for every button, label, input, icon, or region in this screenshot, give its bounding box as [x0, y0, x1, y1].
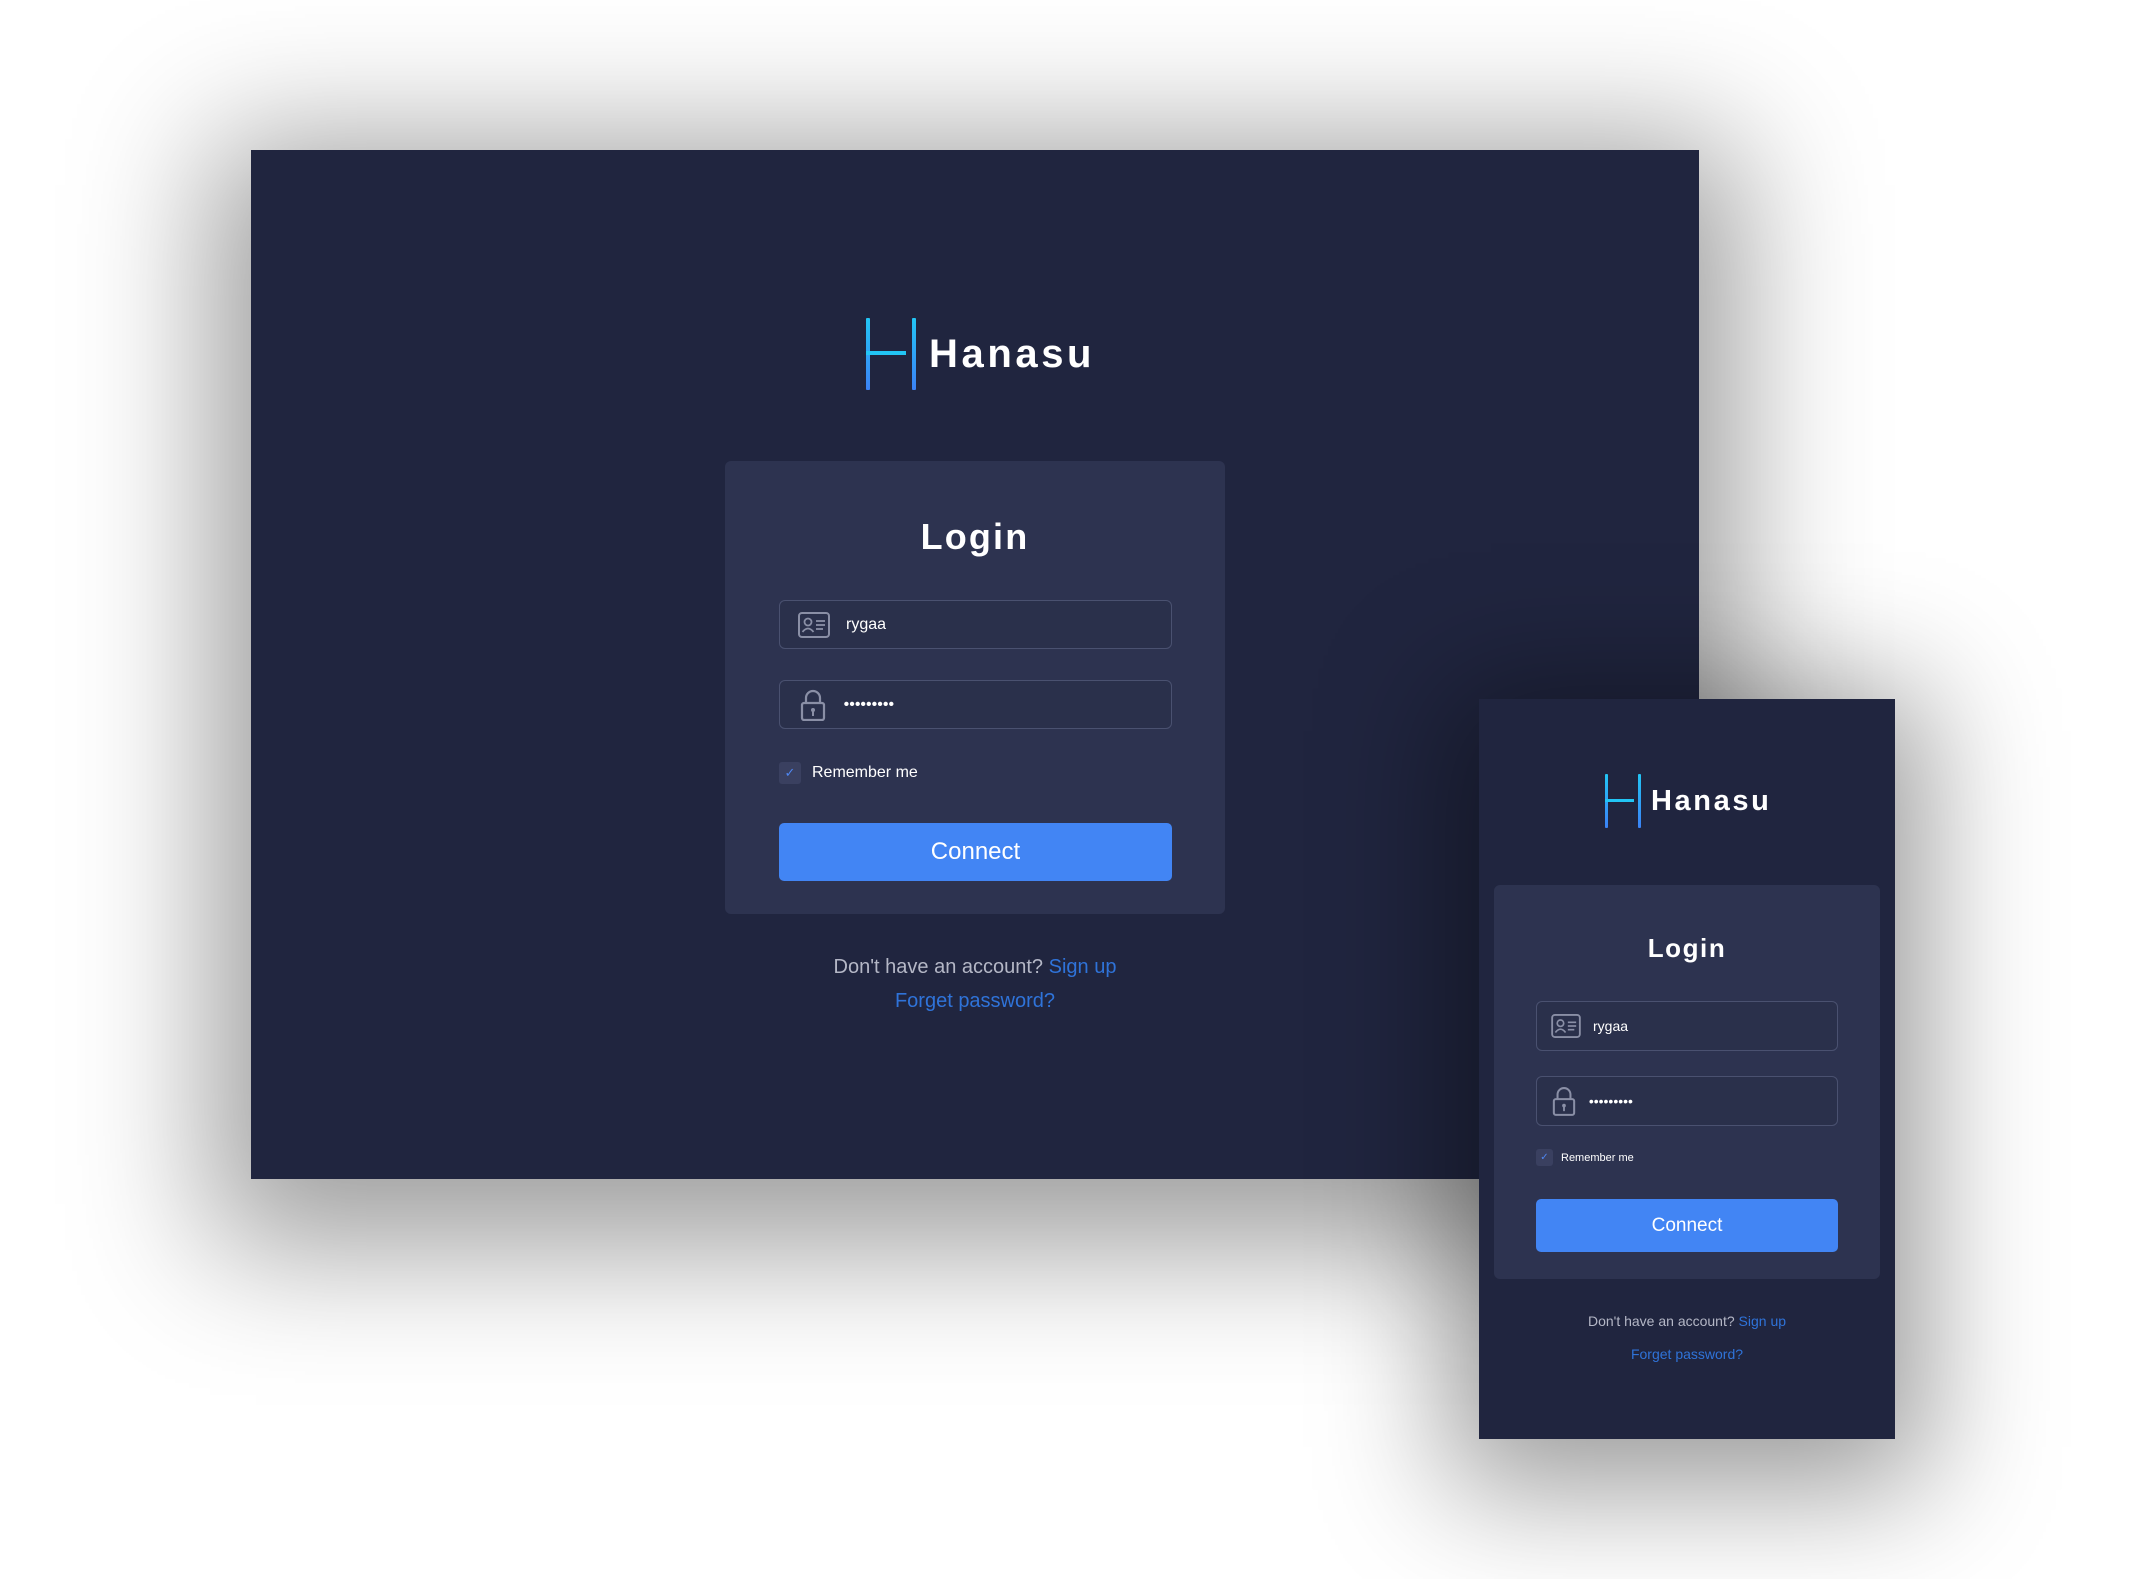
- remember-me[interactable]: ✓ Remember me: [779, 762, 918, 784]
- login-title: Login: [1647, 933, 1727, 963]
- account-links: Don't have an account? Sign up Forget pa…: [1479, 1305, 1895, 1371]
- login-card: Login rygaa ••••••••• ✓ Remember me Conn…: [725, 461, 1225, 914]
- remember-label: Remember me: [812, 764, 918, 781]
- password-input[interactable]: [843, 695, 1153, 714]
- brand-name: Hanasu: [1651, 784, 1772, 817]
- no-account-text: Don't have an account?: [833, 956, 1044, 978]
- hanasu-logo-icon: [1605, 774, 1641, 828]
- password-input[interactable]: [1588, 1093, 1823, 1109]
- lock-icon: [798, 689, 828, 721]
- sign-up-link[interactable]: Sign up: [1739, 1313, 1786, 1329]
- brand-logo: Hanasu: [865, 318, 1095, 390]
- connect-button[interactable]: Connect: [779, 823, 1172, 881]
- remember-checkbox[interactable]: ✓: [779, 762, 801, 784]
- brand-logo: Hanasu: [1604, 774, 1771, 828]
- id-card-icon: [1551, 1014, 1581, 1038]
- connect-button[interactable]: Connect: [1536, 1199, 1838, 1252]
- no-account-text: Don't have an account?: [1587, 1313, 1735, 1329]
- lock-icon: [1551, 1086, 1577, 1116]
- username-input[interactable]: [846, 615, 1153, 634]
- username-input[interactable]: [1593, 1018, 1823, 1034]
- forgot-password-link[interactable]: Forget password?: [1631, 1346, 1743, 1362]
- remember-checkbox[interactable]: ✓: [1536, 1149, 1553, 1166]
- password-field[interactable]: [1536, 1076, 1838, 1126]
- username-field[interactable]: [1536, 1001, 1838, 1051]
- remember-label: Remember me: [1561, 1151, 1634, 1164]
- mobile-login-screen: Hanasu Login rygaa ••••••••• ✓ Remember …: [1479, 699, 1895, 1439]
- forgot-password-link[interactable]: Forget password?: [895, 990, 1055, 1012]
- login-card: Login rygaa ••••••••• ✓ Remember me Conn…: [1494, 885, 1880, 1279]
- brand-name: Hanasu: [929, 331, 1096, 376]
- username-field[interactable]: [779, 600, 1172, 649]
- sign-up-link[interactable]: Sign up: [1049, 956, 1117, 978]
- remember-me[interactable]: ✓ Remember me: [1536, 1149, 1634, 1166]
- hanasu-logo-icon: [866, 318, 916, 390]
- id-card-icon: [798, 611, 830, 638]
- password-field[interactable]: [779, 680, 1172, 729]
- login-title: Login: [920, 516, 1030, 557]
